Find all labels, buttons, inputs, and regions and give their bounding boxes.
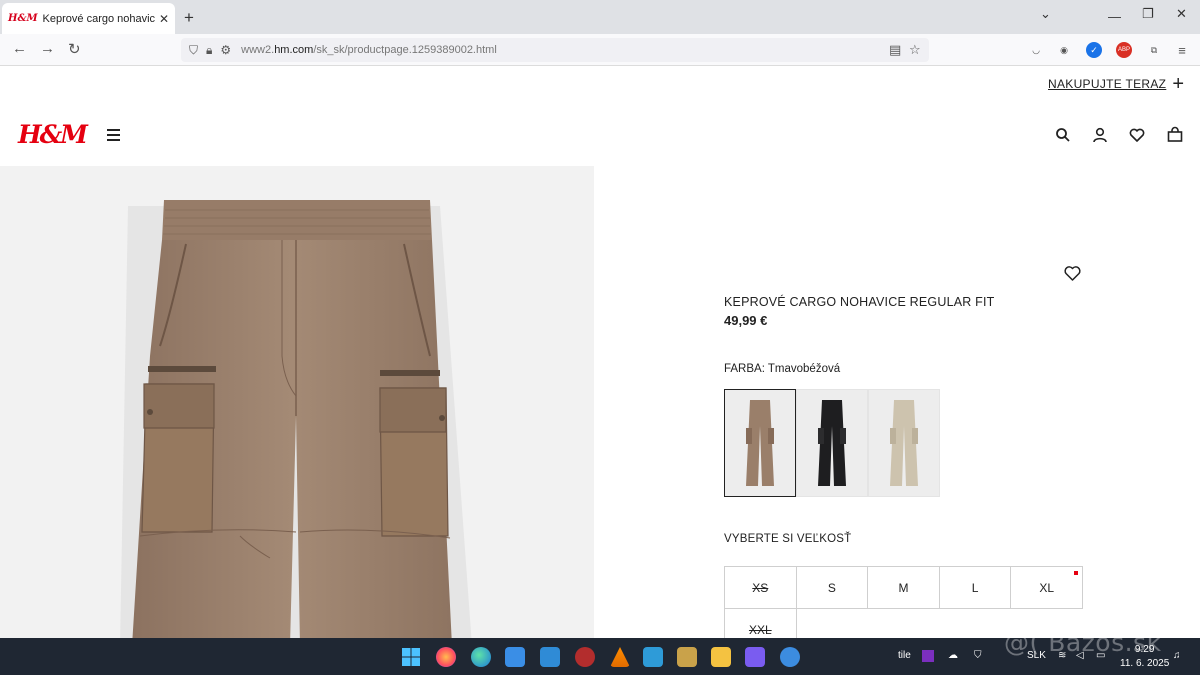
color-swatch-light-beige[interactable] — [868, 389, 940, 497]
app-icon-purple[interactable] — [745, 647, 765, 667]
app-icon-red[interactable] — [575, 647, 595, 667]
plus-icon: + — [1172, 73, 1184, 95]
restore-icon[interactable]: ❐ — [1142, 6, 1154, 22]
file-explorer-icon[interactable] — [711, 647, 731, 667]
product-name: KEPROVÉ CARGO NOHAVICE REGULAR FIT — [724, 295, 995, 309]
search-icon[interactable] — [1054, 126, 1072, 144]
color-swatch-black[interactable] — [796, 389, 868, 497]
profile-icon[interactable]: ◉ — [1056, 42, 1072, 58]
lock-icon[interactable]: 🔒︎ — [206, 43, 212, 58]
onenote-icon[interactable] — [922, 650, 934, 662]
shield-icon[interactable]: ⛉ — [189, 43, 198, 58]
vlc-icon[interactable] — [610, 647, 630, 667]
app-icon-blue[interactable] — [643, 647, 663, 667]
extension-shield-icon[interactable]: ✓ — [1086, 42, 1102, 58]
size-label: VYBERTE SI VEĽKOSŤ — [724, 533, 852, 545]
pocket-icon[interactable]: ◡ — [1028, 42, 1044, 58]
hm-logo[interactable]: H&M — [18, 120, 88, 149]
extensions-puzzle-icon[interactable]: ⧉ — [1146, 42, 1162, 58]
minimize-icon[interactable]: — — [1108, 9, 1121, 24]
shop-now-link[interactable]: NAKUPUJTE TERAZ + — [1048, 73, 1184, 95]
windows-start-icon[interactable] — [401, 647, 421, 667]
app-icon-globe[interactable] — [780, 647, 800, 667]
back-icon[interactable]: ← — [12, 40, 27, 57]
new-tab-icon[interactable]: + — [184, 8, 194, 28]
account-icon[interactable] — [1091, 126, 1109, 144]
add-to-favorites-heart-icon[interactable] — [1063, 264, 1082, 282]
low-stock-indicator — [1073, 571, 1078, 575]
pants-thumbnail — [746, 400, 774, 486]
window-close-icon[interactable]: ✕ — [1176, 6, 1187, 22]
app-icon-tools[interactable] — [677, 647, 697, 667]
color-swatches — [724, 389, 940, 497]
browser-nav-bar: ← → ↻ ⛉ 🔒︎ ⚙︎ www2.hm.com/sk_sk/productp… — [0, 34, 1200, 66]
cloud-icon[interactable]: ☁ — [948, 650, 958, 661]
tab-list-chevron-icon[interactable]: ⌄ — [1040, 6, 1051, 22]
reader-view-icon[interactable]: ▤ — [889, 42, 901, 58]
close-tab-icon[interactable]: ✕ — [159, 12, 169, 26]
forward-icon[interactable]: → — [40, 40, 55, 57]
size-option-xs[interactable]: XS — [724, 566, 797, 609]
color-label: FARBA: Tmavobéžová — [724, 363, 841, 375]
product-price: 49,99 € — [724, 313, 768, 328]
browser-tab-bar: H&M Keprové cargo nohavice Regular Fit |… — [0, 0, 1200, 34]
size-option-xl[interactable]: XL — [1010, 566, 1083, 609]
reload-icon[interactable]: ↻ — [68, 40, 81, 58]
tray-shield-icon[interactable]: ⛉ — [974, 650, 982, 661]
url-text[interactable]: www2.hm.com/sk_sk/productpage.1259389002… — [241, 44, 497, 56]
firefox-icon[interactable] — [436, 647, 456, 667]
shop-now-label: NAKUPUJTE TERAZ — [1048, 77, 1167, 91]
bazos-watermark: @( Bazos.sk — [1004, 628, 1162, 657]
bookmark-star-icon[interactable]: ☆ — [909, 42, 921, 58]
size-option-l[interactable]: L — [938, 566, 1012, 609]
tray-label[interactable]: tile — [898, 650, 911, 661]
tab-favicon: H&M — [8, 13, 38, 24]
adblock-icon[interactable]: ABP — [1116, 42, 1132, 58]
notifications-bell-icon[interactable]: ♫ — [1173, 650, 1181, 661]
pants-thumbnail — [818, 400, 846, 486]
permissions-icon[interactable]: ⚙︎ — [220, 43, 231, 57]
app-menu-icon[interactable]: ≡ — [1174, 42, 1190, 58]
size-option-s[interactable]: S — [795, 566, 869, 609]
shopping-bag-icon[interactable] — [1166, 126, 1184, 144]
tab-title: Keprové cargo nohavice Regular Fit | H&M — [42, 12, 155, 25]
address-bar[interactable]: ⛉ 🔒︎ ⚙︎ www2.hm.com/sk_sk/productpage.12… — [181, 38, 929, 62]
color-swatch-dark-beige[interactable] — [724, 389, 796, 497]
store-icon[interactable] — [505, 647, 525, 667]
browser-tab-active[interactable]: H&M Keprové cargo nohavice Regular Fit |… — [2, 3, 175, 34]
favorites-icon[interactable] — [1128, 126, 1146, 144]
cargo-pants-illustration — [120, 200, 472, 638]
pants-thumbnail — [890, 400, 918, 486]
app-icon-mylp[interactable] — [540, 647, 560, 667]
size-option-m[interactable]: M — [867, 566, 940, 609]
clock-date: 11. 6. 2025 — [1120, 658, 1170, 669]
product-image[interactable] — [0, 166, 594, 638]
menu-hamburger-icon[interactable] — [107, 129, 120, 144]
edge-icon[interactable] — [471, 647, 491, 667]
size-xl-label: XL — [1039, 580, 1055, 595]
